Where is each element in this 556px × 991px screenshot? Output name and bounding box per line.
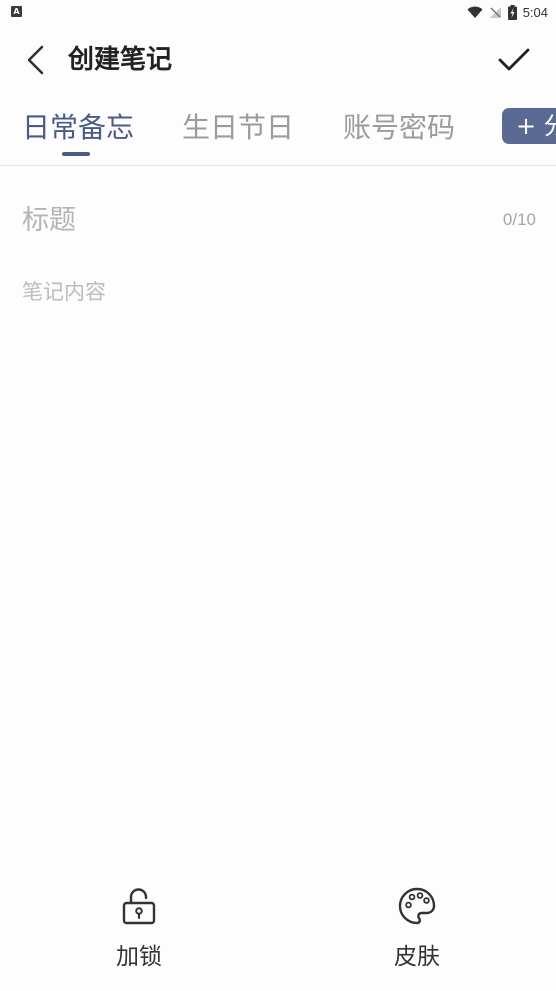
tab-birthday-holiday[interactable]: 生日节日 bbox=[182, 110, 294, 146]
tab-daily-memo[interactable]: 日常备忘 bbox=[22, 110, 134, 146]
status-indicators: 5:04 bbox=[467, 3, 548, 21]
add-category-button[interactable]: + 分类 bbox=[502, 108, 556, 144]
palette-icon bbox=[397, 886, 437, 926]
no-signal-icon bbox=[489, 6, 501, 18]
tab-account-password[interactable]: 账号密码 bbox=[343, 110, 455, 146]
skin-button[interactable]: 皮肤 bbox=[357, 880, 477, 980]
confirm-button[interactable] bbox=[494, 40, 534, 80]
active-tab-indicator bbox=[62, 152, 90, 156]
title-input[interactable] bbox=[22, 196, 462, 244]
status-bar: A 5:04 bbox=[0, 0, 556, 24]
page-title: 创建笔记 bbox=[68, 45, 173, 75]
lock-label: 加锁 bbox=[116, 944, 162, 970]
header: 创建笔记 bbox=[0, 30, 556, 90]
unlock-icon bbox=[119, 886, 159, 926]
wifi-icon bbox=[467, 6, 483, 18]
a-badge-icon: A bbox=[11, 6, 22, 17]
title-row: 0/10 bbox=[0, 196, 556, 244]
check-icon bbox=[498, 48, 530, 71]
battery-charging-icon bbox=[507, 4, 517, 20]
chevron-left-icon bbox=[27, 45, 44, 75]
lock-button[interactable]: 加锁 bbox=[79, 880, 199, 980]
title-char-counter: 0/10 bbox=[502, 210, 536, 229]
bottom-toolbar: 加锁 皮肤 bbox=[0, 880, 556, 980]
category-tabs: 日常备忘 生日节日 账号密码 + 分类 bbox=[0, 100, 556, 166]
create-note-screen: A 5:04 创建笔记 日常备忘 生日节日 账号密码 + 标题 0/10 笔记内… bbox=[0, 0, 556, 991]
status-time: 5:04 bbox=[522, 4, 548, 20]
back-button[interactable] bbox=[16, 40, 56, 80]
skin-label: 皮肤 bbox=[394, 944, 440, 970]
content-input[interactable] bbox=[22, 276, 534, 836]
